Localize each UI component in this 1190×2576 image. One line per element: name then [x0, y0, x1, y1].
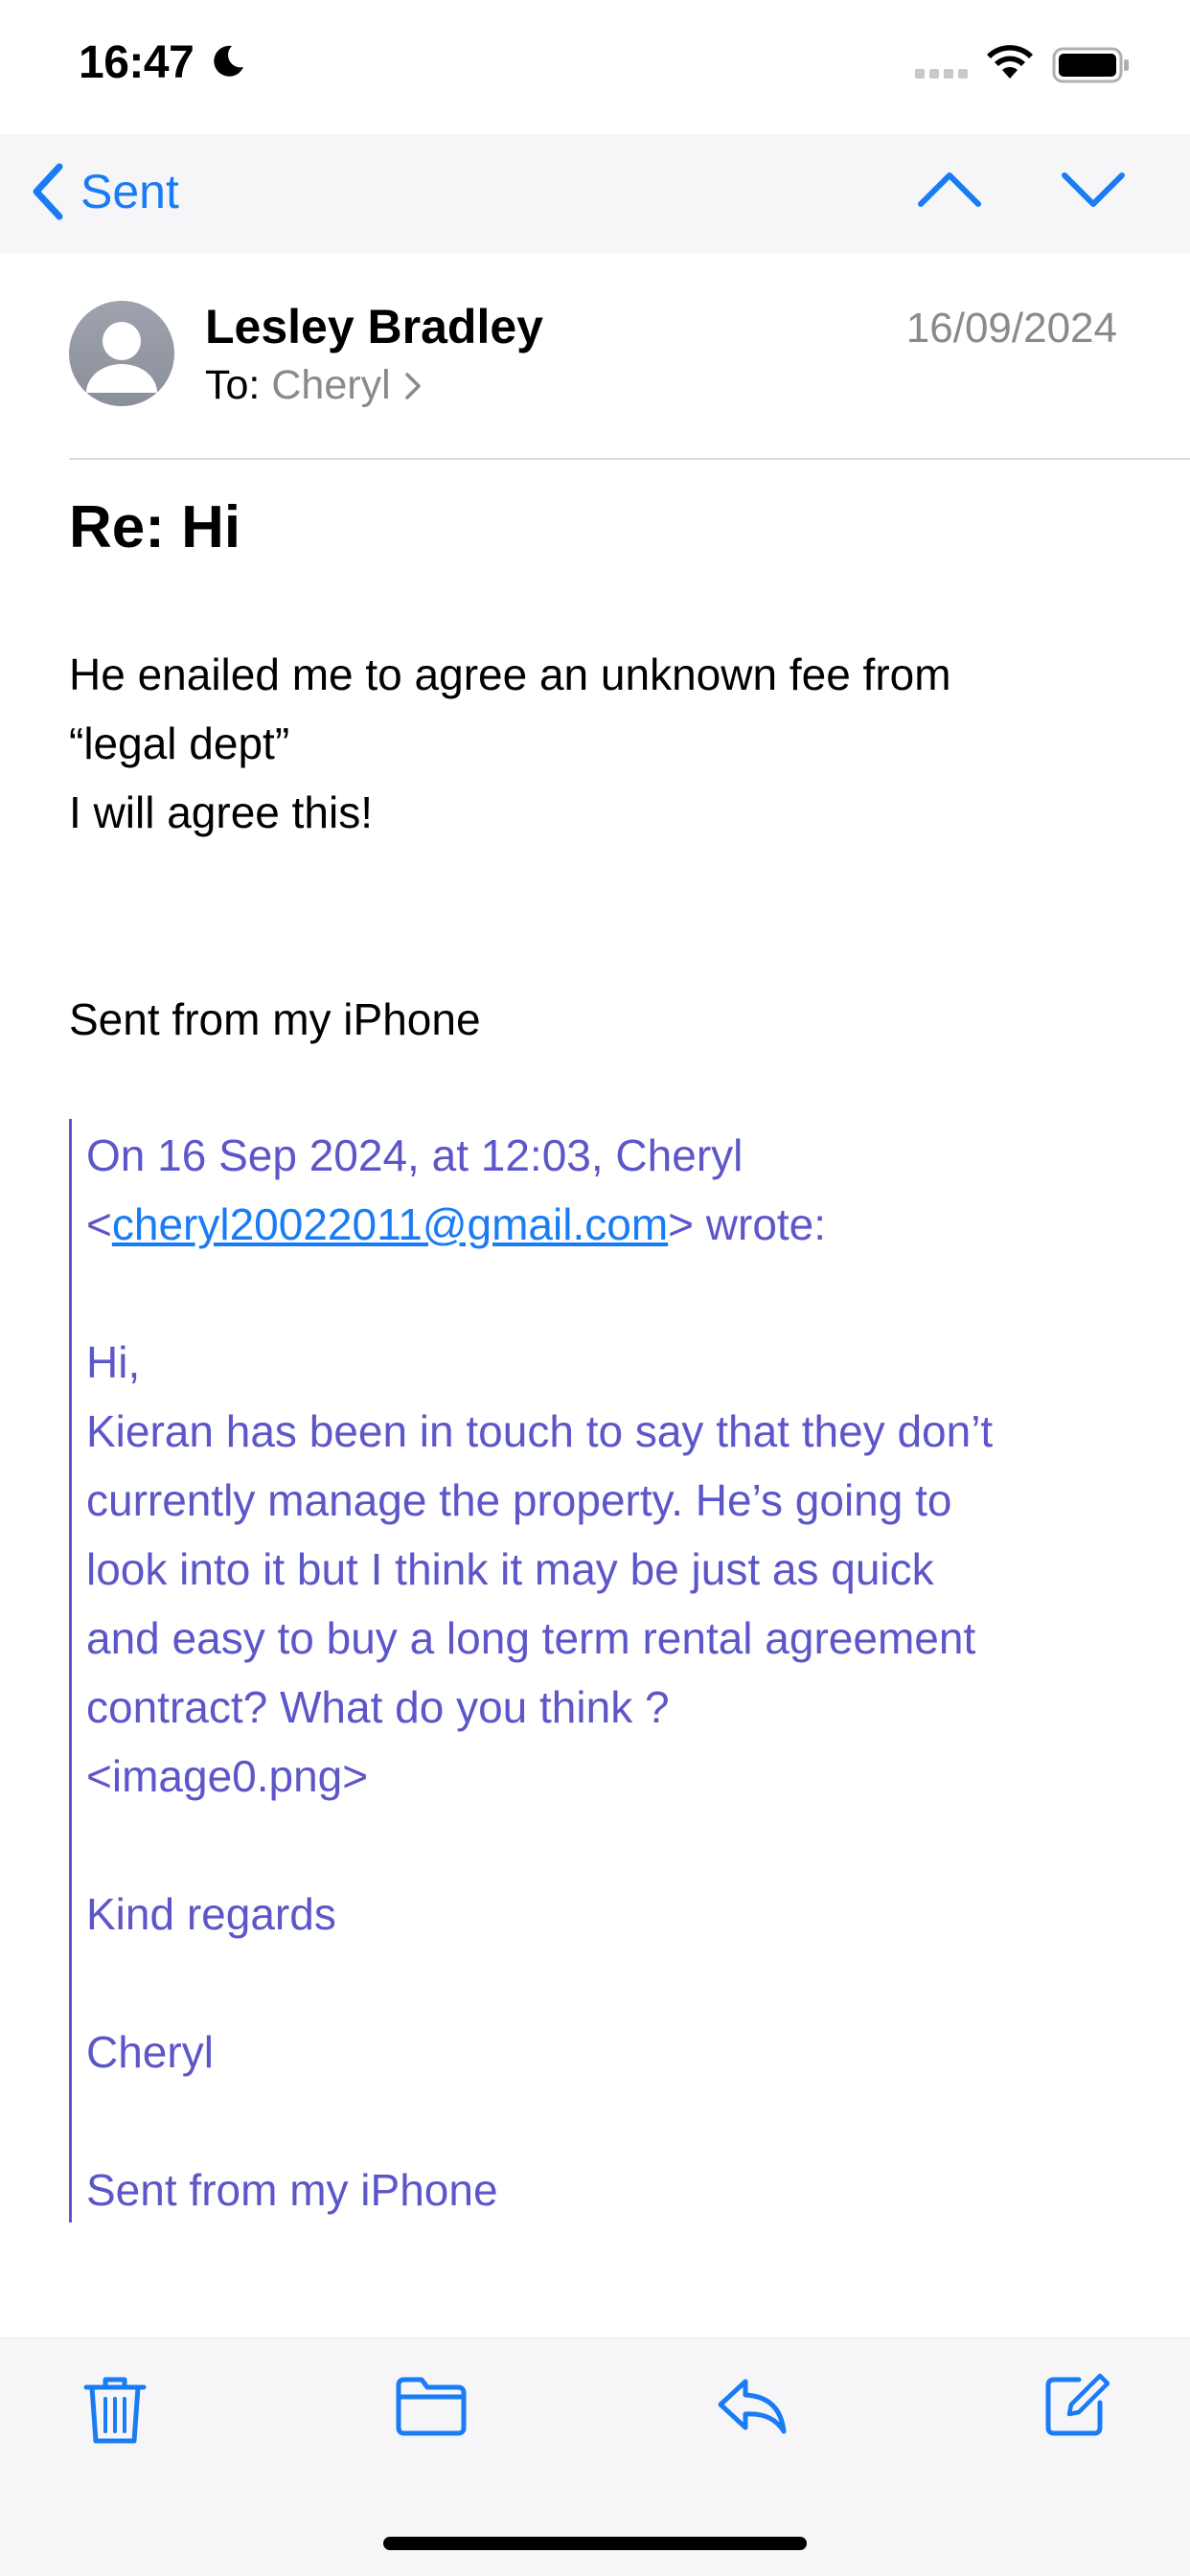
message-date: 16/09/2024 [905, 305, 1117, 352]
recipient-name[interactable]: Cheryl [271, 362, 390, 409]
email-link[interactable]: cheryl20022011@gmail.com [112, 1199, 668, 1249]
chevron-left-icon [33, 163, 63, 220]
quote-header-close: > wrote: [668, 1199, 827, 1249]
next-message-button[interactable] [1059, 158, 1128, 224]
status-time: 16:47 [79, 37, 195, 88]
quote-header-email-line: <cheryl20022011@gmail.com> wrote: [86, 1190, 826, 1259]
folder-icon [396, 2377, 467, 2436]
to-label: To: [205, 362, 261, 408]
chevron-down-icon [1062, 172, 1125, 207]
quote-name: Cheryl [86, 2027, 214, 2077]
body-text-line: I will agree this! [69, 787, 374, 837]
body-text-line: He enailed me to agree an unknown fee fr… [69, 650, 951, 699]
wifi-icon [987, 45, 1033, 79]
trash-button[interactable] [80, 2372, 149, 2453]
avatar[interactable] [69, 301, 174, 406]
message-subject: Re: Hi [69, 494, 241, 560]
trash-icon [83, 2377, 147, 2444]
quote-text-line: currently manage the property. He’s goin… [86, 1475, 952, 1525]
chevron-up-icon [918, 172, 981, 207]
quote-signature: Sent from my iPhone [86, 2165, 498, 2215]
signal-icon [915, 69, 968, 79]
signature: Sent from my iPhone [69, 994, 481, 1044]
quote-header-open: < [86, 1199, 112, 1249]
home-indicator[interactable] [383, 2537, 807, 2550]
body-text-line: “legal dept” [69, 718, 290, 768]
back-label: Sent [80, 165, 179, 218]
reply-icon [718, 2379, 787, 2434]
battery-icon [1052, 47, 1129, 83]
quote-text-line: contract? What do you think ? [86, 1682, 670, 1732]
header-divider [69, 458, 1190, 460]
quote-header: On 16 Sep 2024, at 12:03, Cheryl [86, 1130, 744, 1180]
quote-bar [69, 1119, 72, 2223]
quote-text-line: look into it but I think it may be just … [86, 1544, 934, 1594]
move-to-folder-button[interactable] [393, 2372, 469, 2446]
quote-text-line: and easy to buy a long term rental agree… [86, 1613, 976, 1663]
recipient-line[interactable]: To: Cheryl [205, 362, 423, 409]
quote-greeting: Hi, [86, 1337, 141, 1387]
sender-name[interactable]: Lesley Bradley [205, 299, 543, 354]
reply-button[interactable] [715, 2372, 791, 2446]
compose-button[interactable] [1041, 2372, 1110, 2446]
person-icon [86, 322, 157, 393]
back-button[interactable]: Sent [29, 153, 179, 230]
moon-icon [214, 45, 243, 77]
quote-text-line: Kieran has been in touch to say that the… [86, 1406, 994, 1456]
previous-message-button[interactable] [915, 158, 984, 224]
compose-icon [1045, 2373, 1110, 2436]
quote-attachment-placeholder: <image0.png> [86, 1751, 369, 1801]
quote-regards: Kind regards [86, 1889, 336, 1939]
chevron-right-icon [404, 372, 421, 399]
